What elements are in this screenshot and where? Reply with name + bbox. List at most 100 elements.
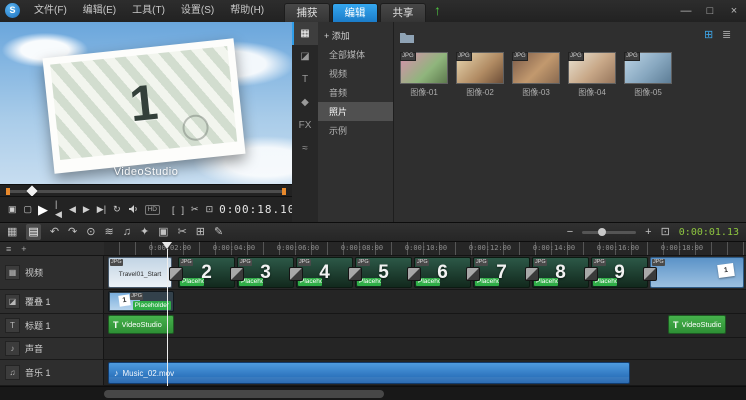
voice-track[interactable] <box>104 338 746 360</box>
timeline-clip[interactable]: JPG2Placeholder <box>178 257 235 288</box>
close-button[interactable]: × <box>722 0 746 22</box>
split-clip-icon[interactable]: ✂ <box>178 224 187 240</box>
list-view-icon[interactable]: ≣ <box>722 28 731 41</box>
media-icon[interactable]: ▦ <box>292 22 318 45</box>
step-back-button[interactable]: ◀ <box>69 204 76 215</box>
music-clip[interactable]: ♪ Music_02.mov <box>108 362 630 384</box>
transition-icon[interactable] <box>348 267 362 281</box>
category-audio[interactable]: 音频 <box>318 83 393 102</box>
title-track[interactable] <box>104 314 746 338</box>
thumbnail-image[interactable]: JPG <box>456 52 504 84</box>
media-thumbnail[interactable]: JPG 图像-05 <box>624 52 672 98</box>
category-video[interactable]: 视频 <box>318 64 393 83</box>
voice-track-icon[interactable]: ♪ <box>5 341 20 356</box>
tab-edit[interactable]: 编辑 <box>332 3 378 22</box>
track-header-overlay[interactable]: ◪ 覆叠 1 <box>0 290 104 314</box>
motion-path-icon[interactable]: ≈ <box>292 137 318 160</box>
storyboard-view-icon[interactable]: ▦ <box>7 224 17 240</box>
fit-project-icon[interactable]: ⊡ <box>661 224 670 240</box>
timeline-clip[interactable]: JPG7Placeholder <box>473 257 530 288</box>
hscrollbar-thumb[interactable] <box>104 390 384 398</box>
menu-settings[interactable]: 设置(S) <box>173 0 222 22</box>
media-thumbnail[interactable]: JPG 图像-04 <box>568 52 616 98</box>
loop-button[interactable]: ↻ <box>113 204 121 215</box>
media-thumbnail[interactable]: JPG 图像-03 <box>512 52 560 98</box>
track-header-title[interactable]: T 标题 1 <box>0 314 104 338</box>
graphics-icon[interactable]: ◆ <box>292 91 318 114</box>
mark-in-button[interactable]: [ <box>172 205 175 215</box>
transition-icon[interactable] <box>407 267 421 281</box>
add-folder-button[interactable]: + 添加 <box>318 26 393 45</box>
media-thumbnail[interactable]: JPG 图像-02 <box>456 52 504 98</box>
timeline-clip[interactable]: JPG9Placeholder <box>591 257 648 288</box>
add-track-icon[interactable]: + <box>21 244 26 254</box>
title-clip[interactable]: T VideoStudio <box>108 315 174 334</box>
record-capture-icon[interactable]: ⊙ <box>86 224 95 240</box>
maximize-button[interactable]: □ <box>698 0 722 22</box>
track-manager-icon[interactable]: ⊞ <box>196 224 205 240</box>
sound-mixer-icon[interactable]: ≋ <box>104 224 113 240</box>
timeline-clip[interactable]: JPG5Placeholder <box>355 257 412 288</box>
painting-creator-icon[interactable]: ✎ <box>214 224 223 240</box>
track-header-music[interactable]: ♫ 音乐 1 <box>0 360 104 386</box>
category-photos[interactable]: 照片 <box>318 102 393 121</box>
tab-capture[interactable]: 捕获 <box>284 3 330 22</box>
mark-out-button[interactable]: ] <box>182 205 185 215</box>
thumbnail-image[interactable]: JPG <box>512 52 560 84</box>
preview-timecode[interactable]: 0:00:18.10 <box>219 203 295 216</box>
music-track-icon[interactable]: ♫ <box>5 365 20 380</box>
home-button[interactable]: |◀ <box>55 199 62 220</box>
update-arrow-icon[interactable]: ↑ <box>434 2 441 18</box>
menu-file[interactable]: 文件(F) <box>26 0 75 22</box>
scrub-handle[interactable] <box>26 185 37 196</box>
timeline-clip[interactable]: JPG6Placeholder <box>414 257 471 288</box>
transitions-icon[interactable]: ◪ <box>292 45 318 68</box>
transition-icon[interactable] <box>466 267 480 281</box>
clip-mode-button[interactable]: ▢ <box>24 204 33 215</box>
volume-icon[interactable] <box>128 201 138 219</box>
timeline-clip-end[interactable]: JPG 1 <box>650 257 744 288</box>
timeline-view-icon[interactable]: ▤ <box>26 224 40 240</box>
track-header-voice[interactable]: ♪ 声音 <box>0 338 104 360</box>
split-scissors-icon[interactable]: ✂ <box>191 204 199 215</box>
enlarge-button[interactable]: ⊡ <box>206 204 214 215</box>
redo-icon[interactable]: ↷ <box>68 224 77 240</box>
zoom-slider[interactable] <box>582 231 636 234</box>
filters-icon[interactable]: FX <box>292 114 318 137</box>
motion-tracking-icon[interactable]: ✦ <box>140 224 149 240</box>
auto-music-icon[interactable]: ♫ <box>123 224 131 240</box>
playhead-handle[interactable] <box>162 242 172 249</box>
track-menu-icon[interactable]: ≡ <box>6 244 11 254</box>
undo-icon[interactable]: ↶ <box>50 224 59 240</box>
grid-view-icon[interactable]: ⊞ <box>704 28 713 41</box>
transition-icon[interactable] <box>169 267 183 281</box>
media-thumbnail[interactable]: JPG 图像-01 <box>400 52 448 98</box>
title-track-icon[interactable]: T <box>5 318 20 333</box>
scrub-groove[interactable] <box>6 190 286 193</box>
transition-icon[interactable] <box>584 267 598 281</box>
track-header-video[interactable]: ▦ 视频 <box>0 256 104 290</box>
project-mode-button[interactable]: ▣ <box>8 204 17 215</box>
title-clip[interactable]: T VideoStudio <box>668 315 726 334</box>
video-track-icon[interactable]: ▦ <box>5 265 20 280</box>
timeline-hscrollbar[interactable] <box>0 386 746 400</box>
subtitle-editor-icon[interactable]: ▣ <box>158 224 168 240</box>
category-all-media[interactable]: 全部媒体 <box>318 45 393 64</box>
minimize-button[interactable]: — <box>674 0 698 22</box>
transition-icon[interactable] <box>230 267 244 281</box>
thumbnail-image[interactable]: JPG <box>624 52 672 84</box>
zoom-in-icon[interactable]: + <box>645 224 651 240</box>
timeline-clip[interactable]: JPG3Placeholder <box>237 257 294 288</box>
play-button[interactable]: ▶ <box>38 202 48 218</box>
titles-icon[interactable]: T <box>292 68 318 91</box>
transition-icon[interactable] <box>643 267 657 281</box>
folder-icon[interactable] <box>400 30 414 48</box>
end-button[interactable]: ▶| <box>97 204 106 215</box>
menu-help[interactable]: 帮助(H) <box>222 0 272 22</box>
timeline-clip-start[interactable]: JPG Travel01_Start <box>108 257 172 288</box>
overlay-track-icon[interactable]: ◪ <box>5 294 20 309</box>
zoom-out-icon[interactable]: − <box>567 224 573 240</box>
timeline-clip[interactable]: JPG8Placeholder <box>532 257 589 288</box>
menu-tools[interactable]: 工具(T) <box>124 0 173 22</box>
menu-edit[interactable]: 编辑(E) <box>75 0 124 22</box>
